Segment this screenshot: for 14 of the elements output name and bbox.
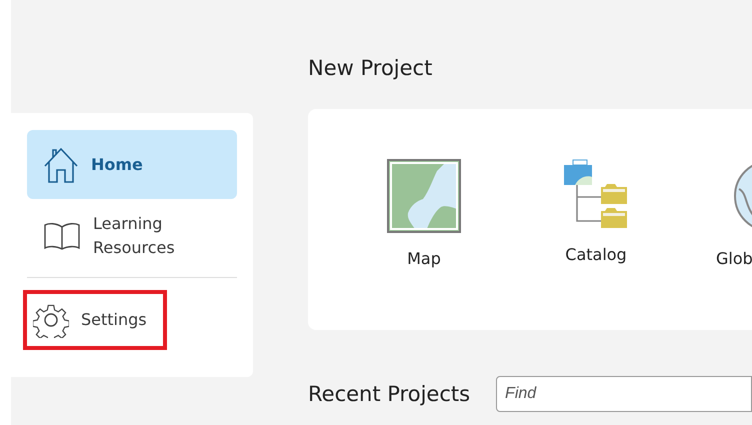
- house-icon: [43, 146, 79, 184]
- map-icon: [387, 159, 461, 233]
- sidebar-item[interactable]: Settings: [33, 302, 191, 338]
- book-icon: [43, 222, 81, 250]
- catalog-icon: [563, 159, 629, 229]
- template-label[interactable]: Catalog: [565, 245, 627, 264]
- search-field[interactable]: Find: [496, 376, 752, 412]
- section-title: Recent Projects: [308, 382, 470, 406]
- template-label[interactable]: Map: [407, 249, 441, 268]
- sidebar-item[interactable]: Home: [27, 130, 237, 199]
- section-title: New Project: [308, 56, 434, 80]
- settings-icon: [33, 302, 69, 338]
- template-label[interactable]: Glob: [716, 249, 752, 268]
- sidebar-item[interactable]: Learning Resources: [27, 201, 237, 270]
